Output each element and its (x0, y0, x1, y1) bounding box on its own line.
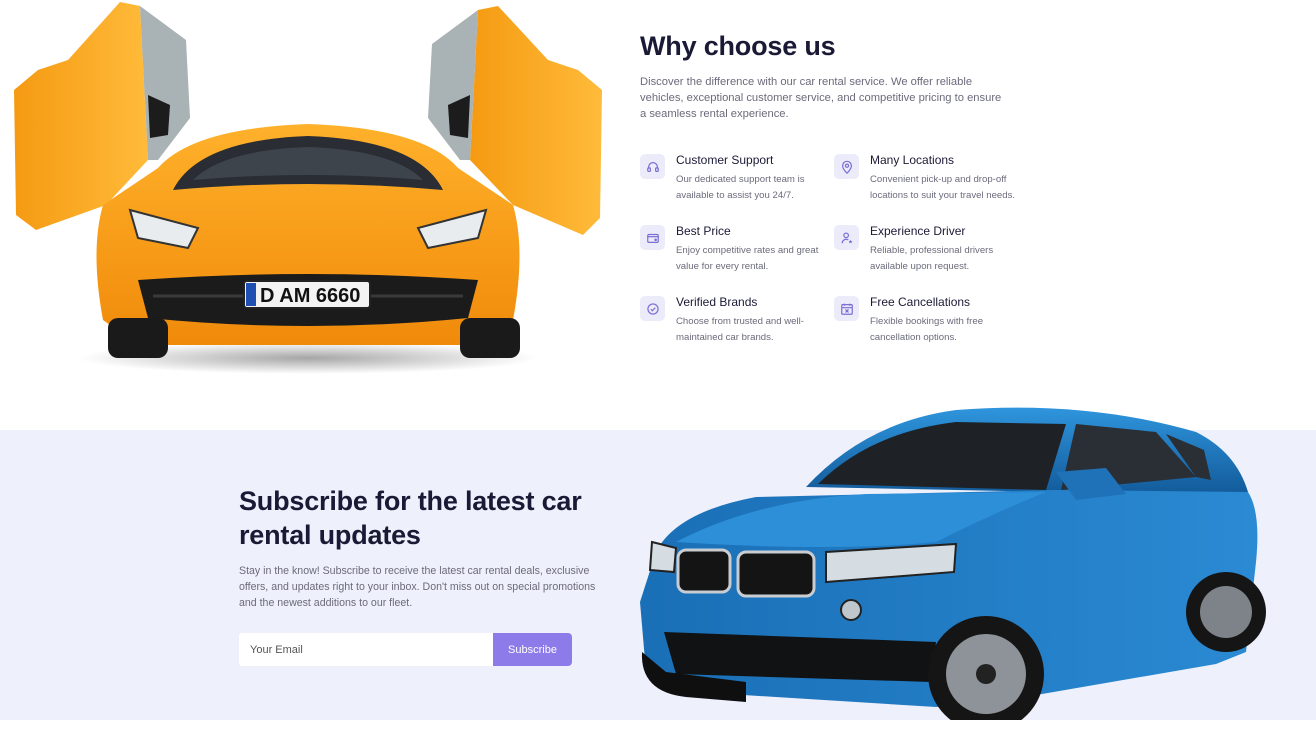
calendar-cancel-icon (834, 296, 859, 321)
feature-experience-driver: Experience Driver Reliable, professional… (834, 223, 1024, 283)
headset-icon (640, 154, 665, 179)
feature-desc: Reliable, professional drivers available… (870, 245, 994, 272)
subscribe-button[interactable]: Subscribe (493, 633, 572, 666)
feature-desc: Flexible bookings with free cancellation… (870, 316, 984, 343)
feature-verified-brands: Verified Brands Choose from trusted and … (640, 294, 830, 354)
why-choose-intro: Discover the difference with our car ren… (640, 76, 1002, 120)
feature-title: Customer Support (676, 153, 774, 167)
blue-suv-image (640, 407, 1266, 732)
feature-title: Verified Brands (676, 295, 758, 309)
location-pin-icon (834, 154, 859, 179)
feature-many-locations: Many Locations Convenient pick-up and dr… (834, 152, 1024, 212)
feature-title: Free Cancellations (870, 295, 971, 309)
subscribe-form: Subscribe (239, 633, 572, 666)
feature-desc: Choose from trusted and well-maintained … (676, 316, 804, 343)
email-input[interactable] (239, 633, 493, 666)
page-bottom-strip (0, 720, 1316, 743)
verified-badge-icon (640, 296, 665, 321)
license-plate: D AM 6660 (260, 285, 360, 307)
why-choose-title: Why choose us (640, 31, 836, 61)
feature-title: Best Price (676, 224, 731, 238)
why-choose-section: D AM 6660 Why choose us Discover the dif… (0, 0, 1316, 430)
feature-title: Many Locations (870, 153, 955, 167)
orange-car-image: D AM 6660 (14, 2, 602, 374)
feature-desc: Enjoy competitive rates and great value … (676, 245, 819, 272)
feature-desc: Our dedicated support team is available … (676, 174, 805, 201)
subscribe-title: Subscribe for the latest car rental upda… (239, 486, 582, 550)
feature-best-price: Best Price Enjoy competitive rates and g… (640, 223, 830, 283)
feature-desc: Convenient pick-up and drop-off location… (870, 174, 1016, 201)
wallet-icon (640, 225, 665, 250)
feature-free-cancellations: Free Cancellations Flexible bookings wit… (834, 294, 1024, 354)
feature-title: Experience Driver (870, 224, 966, 238)
why-choose-header: Why choose us Discover the difference wi… (640, 30, 1040, 122)
driver-star-icon (834, 225, 859, 250)
subscribe-description: Stay in the know! Subscribe to receive t… (239, 565, 596, 609)
feature-customer-support: Customer Support Our dedicated support t… (640, 152, 830, 212)
